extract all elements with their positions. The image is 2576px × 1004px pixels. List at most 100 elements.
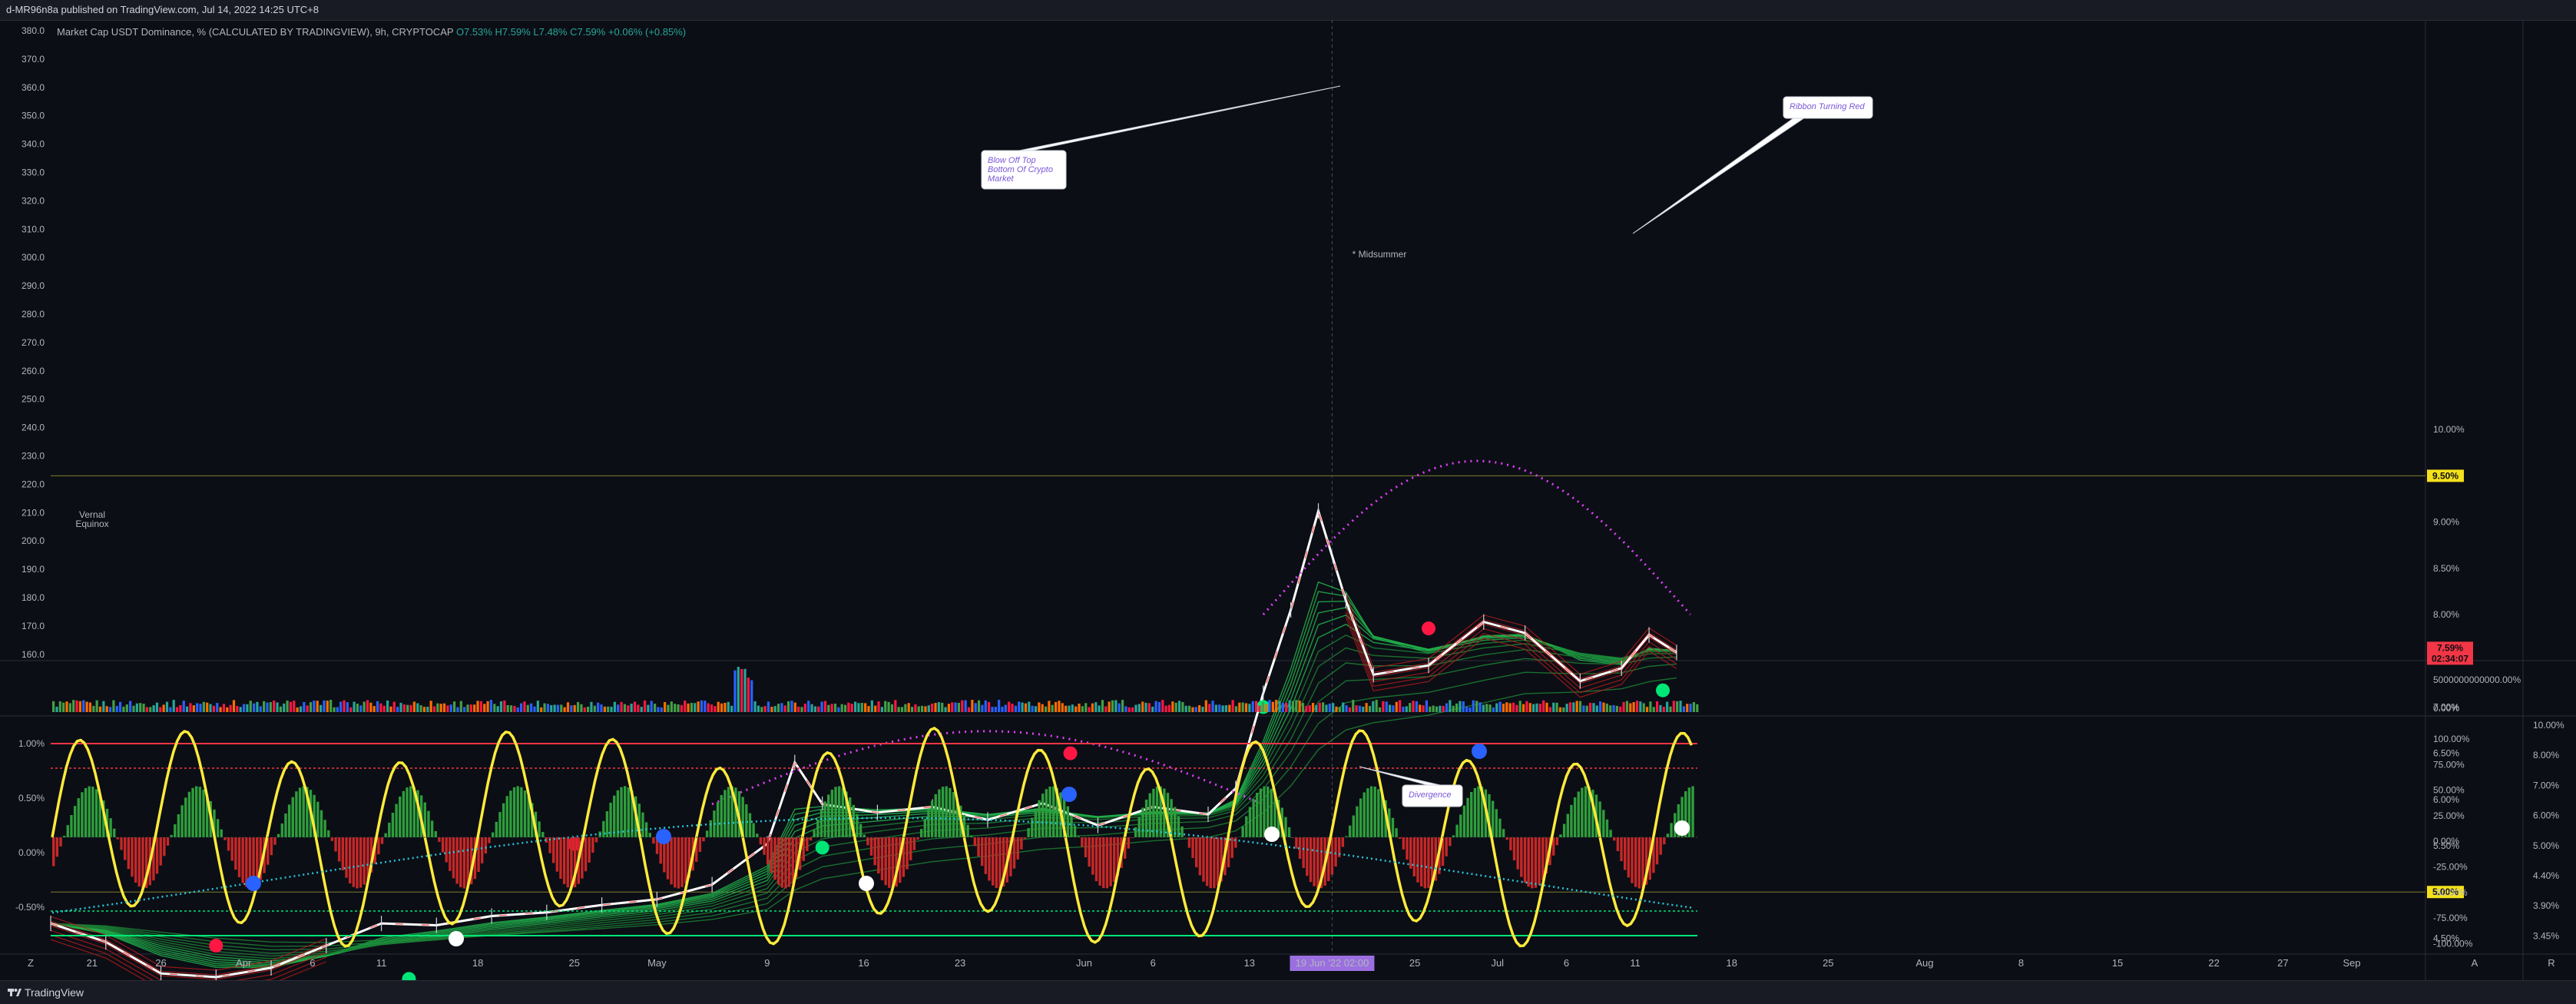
volume-bar (774, 706, 776, 712)
histogram-bar (217, 819, 219, 837)
volume-bar (153, 705, 155, 712)
histogram-bar (502, 804, 505, 837)
volume-bar (440, 704, 442, 712)
volume-bar (1599, 701, 1601, 712)
volume-bar (1181, 702, 1184, 712)
volume-bar (904, 704, 906, 712)
volume-bar (183, 701, 185, 712)
volume-bar (1359, 706, 1361, 712)
volume-bar (827, 705, 829, 712)
histogram-bar (70, 815, 72, 837)
histogram-bar (998, 837, 1001, 888)
left-axis-tick: 330.0 (22, 167, 45, 178)
histogram-bar (1252, 799, 1254, 837)
volume-bar (730, 706, 733, 712)
volume-bar (1262, 702, 1264, 712)
reset-scale-button[interactable]: R (2548, 957, 2554, 969)
histogram-bar (320, 810, 323, 837)
volume-bar (637, 704, 639, 712)
histogram-bar (1081, 837, 1083, 847)
time-axis-tick: 8 (2018, 957, 2024, 969)
histogram-bar (1538, 837, 1540, 885)
histogram-bar (1263, 787, 1265, 837)
histogram-bar (1416, 837, 1419, 883)
volume-bar (396, 707, 399, 712)
volume-bar (831, 704, 833, 712)
volume-bar (173, 700, 175, 712)
left-axis-tick: 190.0 (22, 564, 45, 575)
volume-bar (470, 704, 472, 712)
volume-bar (1235, 706, 1237, 712)
histogram-bar (1634, 837, 1637, 887)
chart-canvas[interactable]: 380.0370.0360.0350.0340.0330.0320.0310.0… (0, 0, 2576, 1003)
time-axis-tick: Jun (1076, 957, 1092, 969)
volume-bar (196, 703, 198, 712)
histogram-bar (749, 813, 751, 837)
histogram-bar (1202, 837, 1204, 882)
volume-bar (383, 706, 386, 712)
volume-bar (480, 701, 482, 712)
histogram-bar (1020, 837, 1022, 850)
volume-bar (1071, 704, 1074, 712)
histogram-bar (331, 837, 333, 841)
volume-bar (750, 681, 753, 712)
volume-bar (1025, 704, 1027, 712)
volume-bar (1586, 706, 1588, 712)
volume-bar (1322, 702, 1324, 712)
volume-bar (814, 707, 816, 712)
volume-bar (1158, 702, 1161, 712)
volume-bar (851, 704, 853, 712)
volume-bar (1061, 703, 1064, 712)
volume-bar (339, 701, 342, 712)
histogram-bar (1127, 837, 1130, 849)
histogram-bar (1477, 787, 1479, 837)
volume-bar (1319, 703, 1321, 712)
volume-bar (657, 707, 659, 712)
volume-bar (260, 706, 262, 712)
volume-bar (193, 705, 195, 712)
histogram-bar (524, 790, 526, 837)
histogram-bar (388, 823, 390, 837)
osc-right-tick: -50.00% (2433, 887, 2468, 898)
volume-bar (1074, 707, 1077, 712)
volume-bar (1646, 707, 1648, 712)
volume-bar (1693, 702, 1695, 712)
histogram-bar (163, 837, 165, 856)
histogram-bar (784, 837, 786, 889)
volume-bar (310, 702, 312, 712)
volume-bar (373, 706, 376, 712)
volume-bar (1472, 701, 1475, 712)
volume-bar (1442, 706, 1445, 712)
volume-bar (975, 703, 977, 712)
zoom-button[interactable]: Z (28, 957, 34, 969)
auto-scale-button[interactable]: A (2472, 957, 2478, 969)
histogram-bar (1013, 837, 1015, 869)
volume-bar (1211, 701, 1214, 712)
histogram-bar (141, 837, 144, 888)
volume-bar (476, 701, 478, 712)
volume-bar (684, 701, 686, 712)
volume-bar (1028, 702, 1030, 712)
histogram-bar (1288, 827, 1290, 837)
histogram-bar (881, 837, 883, 880)
volume-bar (941, 703, 943, 712)
histogram-bar (1691, 786, 1694, 837)
volume-bar (1208, 704, 1210, 712)
volume-bar (1663, 707, 1665, 712)
volume-bar (1386, 701, 1388, 712)
histogram-bar (1606, 820, 1608, 837)
histogram-bar (363, 837, 366, 885)
histogram-bar (1353, 816, 1355, 837)
volume-bar (1382, 701, 1384, 712)
volume-bar (266, 703, 268, 712)
time-axis-tick: May (647, 957, 667, 969)
volume-bar (757, 706, 760, 712)
volume-bar (621, 702, 623, 712)
histogram-bar (1420, 837, 1422, 886)
time-axis-tick: 25 (569, 957, 580, 969)
histogram-bar (488, 837, 490, 843)
volume-bar (877, 701, 879, 712)
histogram-bar (1088, 837, 1091, 866)
histogram-bar (781, 837, 783, 888)
volume-bar (366, 700, 369, 712)
